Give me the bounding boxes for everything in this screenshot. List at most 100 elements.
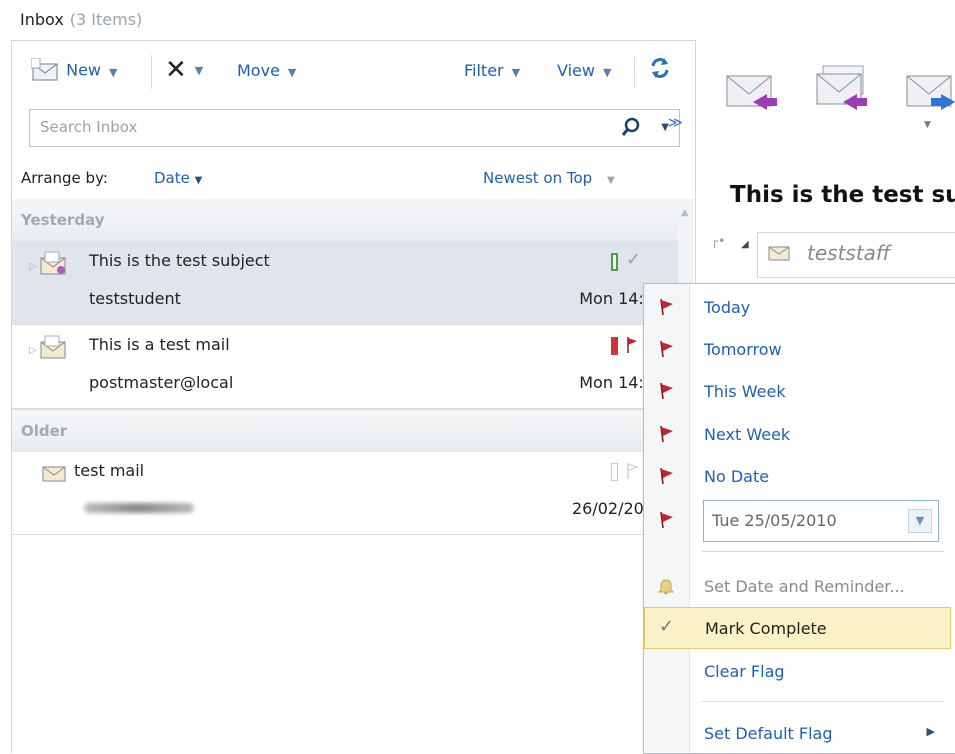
menu-item-set-default-flag[interactable]: Set Default Flag ▶ — [644, 713, 949, 753]
check-icon[interactable]: ✓ — [626, 249, 641, 270]
scroll-up-icon[interactable]: ▲ — [681, 207, 689, 218]
date-value: Tue 25/05/2010 — [712, 511, 837, 530]
list-item[interactable]: test mail 26/02/201 — [12, 451, 694, 535]
submenu-arrow-icon: ▶ — [926, 725, 935, 738]
new-label: New — [66, 60, 101, 80]
forward-icon[interactable] — [903, 64, 955, 116]
reading-subject: This is the test su — [730, 182, 955, 208]
flag-icon — [660, 340, 673, 358]
message-subject: This is the test subject — [89, 251, 270, 270]
close-icon: ✕ — [165, 55, 187, 85]
flag-icon — [660, 511, 673, 529]
envelope-icon — [768, 246, 790, 261]
inbox-title-bar: Inbox (3 Items) — [0, 0, 955, 40]
arrange-value: Date — [154, 169, 190, 187]
expand-search-icon[interactable]: ≫ — [668, 115, 683, 131]
flag-date-picker[interactable]: Tue 25/05/2010 ▼ — [703, 500, 939, 542]
move-label: Move — [237, 61, 280, 80]
chevron-down-icon: ▼ — [606, 175, 615, 186]
delete-button[interactable]: ✕ ▼ — [165, 55, 203, 85]
sort-order-dropdown[interactable]: Newest on Top ▼ — [483, 169, 615, 187]
sender-card[interactable]: teststaff — [757, 232, 955, 278]
message-list: Yesterday ▷ This is the test subject tes… — [12, 199, 694, 753]
arrange-bar: Arrange by: Date ▼ Newest on Top ▼ — [12, 163, 695, 197]
reply-icon[interactable] — [723, 64, 779, 116]
chevron-down-icon[interactable]: ▼ — [908, 509, 932, 533]
collapse-icon[interactable]: ◢ — [741, 239, 749, 250]
list-item[interactable]: ▷ This is a test mail postmaster@local M… — [12, 325, 694, 409]
connector-dot: ┌• — [711, 234, 726, 248]
expand-icon[interactable]: ▷ — [29, 345, 37, 356]
envelope-icon — [42, 466, 66, 482]
category-flag-empty[interactable] — [611, 463, 618, 481]
folder-title: Inbox — [20, 10, 64, 29]
menu-item-today[interactable]: Today — [644, 287, 949, 327]
chevron-down-icon: ▼ — [109, 65, 118, 79]
list-item[interactable]: ▷ This is the test subject teststudent M… — [12, 241, 694, 325]
menu-label: Set Date and Reminder... — [704, 577, 905, 596]
flag-icon[interactable] — [626, 336, 638, 354]
menu-label: Next Week — [704, 425, 791, 444]
envelope-icon — [40, 251, 66, 275]
menu-separator — [702, 701, 944, 702]
group-label: Older — [21, 422, 68, 440]
menu-item-set-date-reminder[interactable]: Set Date and Reminder... — [644, 566, 949, 606]
menu-label: This Week — [704, 382, 786, 401]
view-label: View — [557, 61, 595, 80]
group-header-yesterday[interactable]: Yesterday — [12, 199, 694, 241]
menu-item-no-date[interactable]: No Date — [644, 456, 949, 496]
flag-context-menu: Today Tomorrow This Week Next Week No Da… — [643, 283, 955, 754]
flag-icon — [660, 298, 673, 316]
flag-icon[interactable] — [626, 462, 638, 480]
message-subject: This is a test mail — [89, 335, 230, 354]
category-flag-red[interactable] — [611, 337, 618, 355]
search-input[interactable]: Search Inbox ▼ — [29, 109, 680, 147]
filter-label: Filter — [464, 61, 504, 80]
chevron-down-icon[interactable]: ▼ — [924, 120, 931, 130]
new-button[interactable]: New ▼ — [30, 57, 118, 84]
filter-button[interactable]: Filter ▼ — [464, 61, 520, 80]
view-button[interactable]: View ▼ — [557, 61, 611, 80]
search-icon[interactable] — [621, 117, 641, 137]
bell-icon — [657, 579, 675, 595]
item-count: (3 Items) — [69, 10, 143, 29]
sort-value: Newest on Top — [483, 169, 593, 187]
flag-icon — [660, 467, 673, 485]
move-button[interactable]: Move ▼ — [237, 61, 296, 80]
refresh-icon — [651, 58, 669, 78]
category-flag-green[interactable] — [611, 253, 618, 271]
toolbar-separator — [151, 55, 152, 89]
search-placeholder: Search Inbox — [40, 118, 138, 136]
sender-name: teststaff — [807, 241, 891, 265]
message-date: 26/02/201 — [571, 499, 654, 518]
reply-all-icon[interactable] — [813, 60, 871, 116]
chevron-down-icon: ▼ — [194, 175, 203, 186]
menu-label: Today — [704, 298, 751, 317]
group-header-older[interactable]: Older — [12, 409, 694, 452]
envelope-icon — [40, 335, 66, 359]
toolbar-separator — [634, 55, 635, 89]
expand-icon[interactable]: ▷ — [29, 261, 37, 272]
message-list-pane: New ▼ ✕ ▼ Move ▼ Filter ▼ View ▼ Search … — [11, 40, 696, 753]
menu-item-mark-complete[interactable]: ✓ Mark Complete — [644, 607, 951, 649]
arrange-label: Arrange by: — [21, 169, 108, 187]
chevron-down-icon: ▼ — [511, 66, 521, 79]
menu-item-next-week[interactable]: Next Week — [644, 414, 949, 454]
group-label: Yesterday — [21, 211, 105, 229]
menu-label: Clear Flag — [704, 662, 785, 681]
list-toolbar: New ▼ ✕ ▼ Move ▼ Filter ▼ View ▼ — [12, 41, 695, 103]
check-icon: ✓ — [659, 616, 675, 637]
menu-item-clear-flag[interactable]: Clear Flag — [644, 651, 949, 691]
arrange-by-dropdown[interactable]: Date ▼ — [154, 169, 202, 187]
menu-item-tomorrow[interactable]: Tomorrow — [644, 329, 949, 369]
menu-item-this-week[interactable]: This Week — [644, 371, 949, 411]
menu-separator — [702, 551, 944, 552]
page-title: Inbox (3 Items) — [20, 10, 142, 29]
blurred-sender — [84, 503, 194, 513]
refresh-button[interactable] — [649, 56, 671, 84]
message-subject: test mail — [74, 461, 145, 480]
menu-label: Mark Complete — [705, 619, 827, 638]
chevron-down-icon: ▼ — [287, 66, 297, 79]
message-from: postmaster@local — [89, 373, 234, 392]
menu-label: Set Default Flag — [704, 724, 833, 743]
